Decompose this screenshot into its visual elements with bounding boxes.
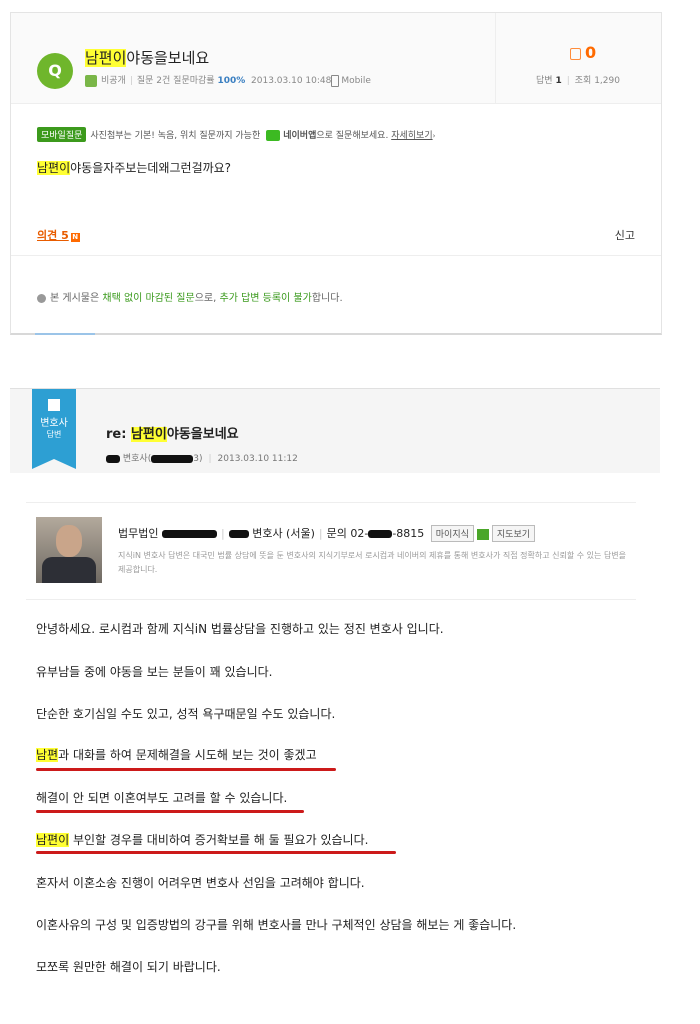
divider: [11, 255, 661, 256]
answer-author[interactable]: 변호사(: [123, 454, 151, 464]
answer-title: re: 남편이야동을보네요: [106, 427, 239, 442]
question-header: Q 남편이야동을보네요 비공개 | 질문 2건 질문마감률 100% 2013.03…: [11, 13, 661, 104]
closed-notice: 본 게시물은 채택 없이 마감된 질문으로, 추가 답변 등록이 불가합니다.: [37, 289, 343, 304]
tab-indicator: [35, 333, 95, 335]
red-underline: [36, 851, 396, 854]
answer-paragraph: 혼자서 이혼소송 진행이 어려우면 변호사 선임을 고려해야 합니다.: [36, 876, 365, 890]
mobile-icon: [331, 74, 340, 87]
lawyer-photo[interactable]: [36, 517, 102, 583]
naver-app-label: 네이버앱: [283, 131, 317, 141]
red-underline: [36, 810, 304, 813]
red-underline: [36, 768, 336, 771]
my-jisik-button[interactable]: 마이지식: [430, 525, 474, 542]
answer-paragraph: 단순한 호기심일 수도 있고, 성적 욕구때문일 수도 있습니다.: [36, 707, 336, 721]
answer-header: 변호사 답변 re: 남편이야동을보네요 변호사(3) | 2013.03.10 1…: [10, 388, 660, 473]
author[interactable]: 비공개: [101, 76, 126, 86]
report-button[interactable]: 신고: [615, 227, 635, 243]
map-button[interactable]: 지도보기: [491, 525, 536, 542]
author-stats: 질문 2건 질문마감률: [136, 76, 215, 86]
gavel-icon: [48, 399, 60, 411]
question-stats: 0 답변 1 | 조회 1,290: [495, 13, 662, 103]
question-card: Q 남편이야동을보네요 비공개 | 질문 2건 질문마감률 100% 2013.03…: [10, 12, 662, 335]
title-rest: 야동을보네요: [126, 49, 210, 67]
answer-paragraph: 남편과 대화를 하여 문제해결을 시도해 보는 것이 좋겠고: [36, 748, 317, 762]
question-body: 남편이야동을자주보는데왜그런걸까요?: [37, 161, 232, 175]
lawyer-name-line: 법무법인 | 변호사 (서울) | 문의 02- -8815 마이지식 지도보기: [118, 525, 536, 542]
question-title: 남편이야동을보네요: [85, 47, 209, 68]
lawyer-title[interactable]: 변호사 (서울): [252, 527, 315, 540]
lawyer-profile-card: 법무법인 | 변호사 (서울) | 문의 02- -8815 마이지식 지도보기 지식i…: [26, 502, 636, 600]
question-icon: Q: [37, 53, 73, 89]
new-badge: N: [70, 233, 80, 242]
question-datetime: 2013.03.10 10:48: [251, 76, 332, 86]
lawyer-answer-badge: 변호사 답변: [32, 389, 76, 469]
answer-view-stats: 답변 1 | 조회 1,290: [536, 76, 620, 86]
answer-datetime: 2013.03.10 11:12: [217, 454, 298, 464]
close-rate: 100%: [217, 76, 246, 86]
thumbs-up-icon: [570, 47, 581, 60]
lawyer-description: 지식iN 변호사 답변은 대국민 법률 상담에 뜻을 둔 변호사의 지식기부로서…: [118, 551, 627, 574]
answer-paragraph: 이혼사유의 구성 및 입증방법의 강구를 위해 변호사를 만나 구체적인 상담을…: [36, 918, 517, 932]
title-highlight: 남편이: [85, 49, 127, 67]
mobile-question-tag: 모바일질문: [37, 127, 87, 142]
answer-paragraph: 해결이 안 되면 이혼여부도 고려를 할 수 있습니다.: [36, 791, 288, 805]
info-icon: [37, 293, 46, 303]
answer-paragraph: 유부남들 중에 야동을 보는 분들이 꽤 있습니다.: [36, 665, 273, 679]
answer-paragraph: 모쪼록 원만한 해결이 되기 바랍니다.: [36, 960, 221, 974]
home-icon[interactable]: [476, 528, 489, 540]
device: Mobile: [341, 76, 371, 86]
mobile-promo: 모바일질문 사진첨부는 기본! 녹음, 위치 질문까지 가능한 네이버앱으로 질문해…: [37, 127, 435, 142]
more-info-link[interactable]: 자세히보기: [391, 131, 432, 141]
opinion-link[interactable]: 의견 5N: [37, 227, 80, 243]
answer-paragraph: 안녕하세요. 로시컴과 함께 지식iN 법률상담을 진행하고 있는 정진 변호사…: [36, 622, 444, 636]
answer-meta: 변호사(3) | 2013.03.10 11:12: [106, 451, 298, 464]
user-icon: [85, 74, 97, 87]
question-meta: 비공개 | 질문 2건 질문마감률 100% 2013.03.10 10:48 Mob…: [85, 73, 371, 87]
answer-paragraph: 남편이 부인할 경우를 대비하여 증거확보를 해 둘 필요가 있습니다.: [36, 833, 369, 847]
naver-app-icon: [266, 130, 281, 141]
recommend-count[interactable]: 0: [570, 43, 596, 62]
